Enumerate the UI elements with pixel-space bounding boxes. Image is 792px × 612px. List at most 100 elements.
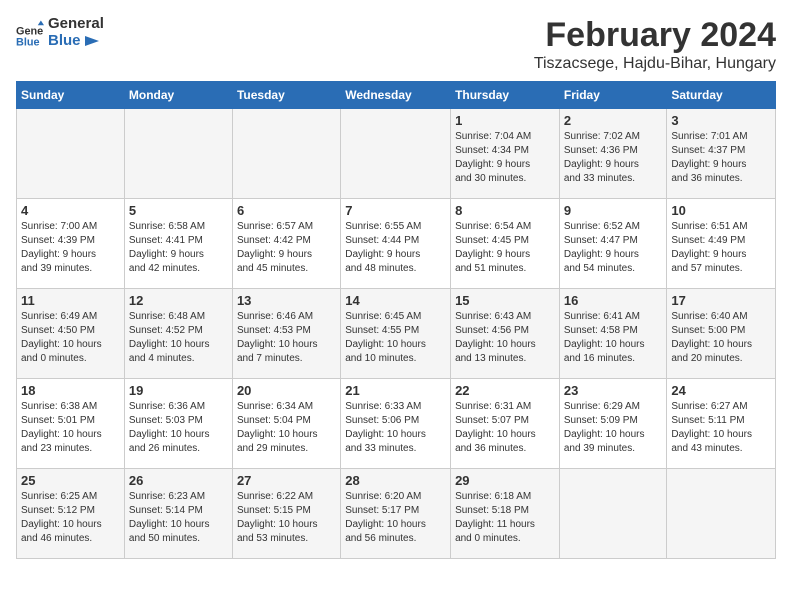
month-year-title: February 2024 [534,16,776,55]
day-number: 7 [345,203,446,218]
day-cell: 13 Sunrise: 6:46 AM Sunset: 4:53 PM Dayli… [232,289,340,379]
col-header-thursday: Thursday [451,82,560,109]
day-info: Sunrise: 6:38 AM Sunset: 5:01 PM Dayligh… [21,400,120,456]
day-cell: 2 Sunrise: 7:02 AM Sunset: 4:36 PM Daylig… [559,109,667,199]
col-header-monday: Monday [124,82,232,109]
day-cell [559,469,667,559]
day-number: 3 [671,113,771,128]
day-cell: 5Sunrise: 6:58 AM Sunset: 4:41 PM Daylig… [124,199,232,289]
day-info: Sunrise: 6:27 AM Sunset: 5:11 PM Dayligh… [671,400,771,456]
week-row-1: 1 Sunrise: 7:04 AM Sunset: 4:34 PM Daylig… [17,109,776,199]
day-cell [17,109,125,199]
day-cell [232,109,340,199]
calendar-table: SundayMondayTuesdayWednesdayThursdayFrid… [16,81,776,559]
day-number: 12 [129,293,228,308]
day-cell: 26 Sunrise: 6:23 AM Sunset: 5:14 PM Dayli… [124,469,232,559]
day-cell: 24 Sunrise: 6:27 AM Sunset: 5:11 PM Dayli… [667,379,776,469]
logo: General Blue General Blue [16,16,104,49]
day-number: 16 [564,293,663,308]
day-cell: 4 Sunrise: 7:00 AM Sunset: 4:39 PM Daylig… [17,199,125,289]
day-info: Sunrise: 6:45 AM Sunset: 4:55 PM Dayligh… [345,310,446,366]
day-info: Sunrise: 6:20 AM Sunset: 5:17 PM Dayligh… [345,490,446,546]
day-number: 22 [455,383,555,398]
day-cell: 7 Sunrise: 6:55 AM Sunset: 4:44 PM Daylig… [341,199,451,289]
day-number: 23 [564,383,663,398]
day-info: Sunrise: 6:57 AM Sunset: 4:42 PM Dayligh… [237,220,336,276]
day-number: 2 [564,113,663,128]
day-info: Sunrise: 6:58 AM Sunset: 4:41 PM Dayligh… [129,220,228,276]
logo-blue: Blue [48,33,104,50]
logo-flag-icon [85,36,99,46]
day-info: Sunrise: 6:43 AM Sunset: 4:56 PM Dayligh… [455,310,555,366]
day-info: Sunrise: 6:52 AM Sunset: 4:47 PM Dayligh… [564,220,663,276]
logo-text-area: General Blue [48,16,104,49]
day-number: 8 [455,203,555,218]
day-info: Sunrise: 6:49 AM Sunset: 4:50 PM Dayligh… [21,310,120,366]
day-number: 18 [21,383,120,398]
day-info: Sunrise: 6:51 AM Sunset: 4:49 PM Dayligh… [671,220,771,276]
day-cell: 20 Sunrise: 6:34 AM Sunset: 5:04 PM Dayli… [232,379,340,469]
day-cell: 11Sunrise: 6:49 AM Sunset: 4:50 PM Dayli… [17,289,125,379]
col-header-friday: Friday [559,82,667,109]
day-cell: 19 Sunrise: 6:36 AM Sunset: 5:03 PM Dayli… [124,379,232,469]
day-info: Sunrise: 6:25 AM Sunset: 5:12 PM Dayligh… [21,490,120,546]
day-info: Sunrise: 6:55 AM Sunset: 4:44 PM Dayligh… [345,220,446,276]
day-cell: 22 Sunrise: 6:31 AM Sunset: 5:07 PM Dayli… [451,379,560,469]
day-number: 19 [129,383,228,398]
day-cell: 12 Sunrise: 6:48 AM Sunset: 4:52 PM Dayli… [124,289,232,379]
day-info: Sunrise: 6:46 AM Sunset: 4:53 PM Dayligh… [237,310,336,366]
day-cell: 14 Sunrise: 6:45 AM Sunset: 4:55 PM Dayli… [341,289,451,379]
day-info: Sunrise: 6:22 AM Sunset: 5:15 PM Dayligh… [237,490,336,546]
week-row-4: 18 Sunrise: 6:38 AM Sunset: 5:01 PM Dayli… [17,379,776,469]
day-info: Sunrise: 7:02 AM Sunset: 4:36 PM Dayligh… [564,130,663,186]
day-cell: 9 Sunrise: 6:52 AM Sunset: 4:47 PM Daylig… [559,199,667,289]
day-info: Sunrise: 6:48 AM Sunset: 4:52 PM Dayligh… [129,310,228,366]
header: General Blue General Blue February 2024 … [16,16,776,73]
day-number: 15 [455,293,555,308]
day-number: 27 [237,473,336,488]
day-number: 24 [671,383,771,398]
day-cell [124,109,232,199]
day-cell: 15 Sunrise: 6:43 AM Sunset: 4:56 PM Dayli… [451,289,560,379]
day-number: 17 [671,293,771,308]
day-cell: 8Sunrise: 6:54 AM Sunset: 4:45 PM Daylig… [451,199,560,289]
svg-text:Blue: Blue [16,36,40,47]
day-number: 13 [237,293,336,308]
day-number: 1 [455,113,555,128]
day-number: 29 [455,473,555,488]
day-number: 10 [671,203,771,218]
day-cell: 25 Sunrise: 6:25 AM Sunset: 5:12 PM Dayli… [17,469,125,559]
day-info: Sunrise: 6:34 AM Sunset: 5:04 PM Dayligh… [237,400,336,456]
col-header-wednesday: Wednesday [341,82,451,109]
day-number: 20 [237,383,336,398]
day-info: Sunrise: 6:31 AM Sunset: 5:07 PM Dayligh… [455,400,555,456]
day-info: Sunrise: 7:04 AM Sunset: 4:34 PM Dayligh… [455,130,555,186]
day-info: Sunrise: 7:00 AM Sunset: 4:39 PM Dayligh… [21,220,120,276]
logo-general: General [48,16,104,33]
week-row-5: 25 Sunrise: 6:25 AM Sunset: 5:12 PM Dayli… [17,469,776,559]
col-header-sunday: Sunday [17,82,125,109]
calendar-header-row: SundayMondayTuesdayWednesdayThursdayFrid… [17,82,776,109]
day-info: Sunrise: 6:23 AM Sunset: 5:14 PM Dayligh… [129,490,228,546]
day-cell [667,469,776,559]
day-number: 14 [345,293,446,308]
col-header-tuesday: Tuesday [232,82,340,109]
day-info: Sunrise: 6:40 AM Sunset: 5:00 PM Dayligh… [671,310,771,366]
day-info: Sunrise: 6:36 AM Sunset: 5:03 PM Dayligh… [129,400,228,456]
col-header-saturday: Saturday [667,82,776,109]
day-number: 4 [21,203,120,218]
day-cell: 29 Sunrise: 6:18 AM Sunset: 5:18 PM Dayli… [451,469,560,559]
day-cell [341,109,451,199]
day-number: 26 [129,473,228,488]
day-cell: 27 Sunrise: 6:22 AM Sunset: 5:15 PM Dayli… [232,469,340,559]
day-info: Sunrise: 6:18 AM Sunset: 5:18 PM Dayligh… [455,490,555,546]
day-number: 25 [21,473,120,488]
day-cell: 28Sunrise: 6:20 AM Sunset: 5:17 PM Dayli… [341,469,451,559]
day-cell: 17 Sunrise: 6:40 AM Sunset: 5:00 PM Dayli… [667,289,776,379]
day-cell: 3 Sunrise: 7:01 AM Sunset: 4:37 PM Daylig… [667,109,776,199]
title-area: February 2024 Tiszacsege, Hajdu-Bihar, H… [534,16,776,73]
day-cell: 18 Sunrise: 6:38 AM Sunset: 5:01 PM Dayli… [17,379,125,469]
day-info: Sunrise: 7:01 AM Sunset: 4:37 PM Dayligh… [671,130,771,186]
day-cell: 16Sunrise: 6:41 AM Sunset: 4:58 PM Dayli… [559,289,667,379]
day-number: 9 [564,203,663,218]
